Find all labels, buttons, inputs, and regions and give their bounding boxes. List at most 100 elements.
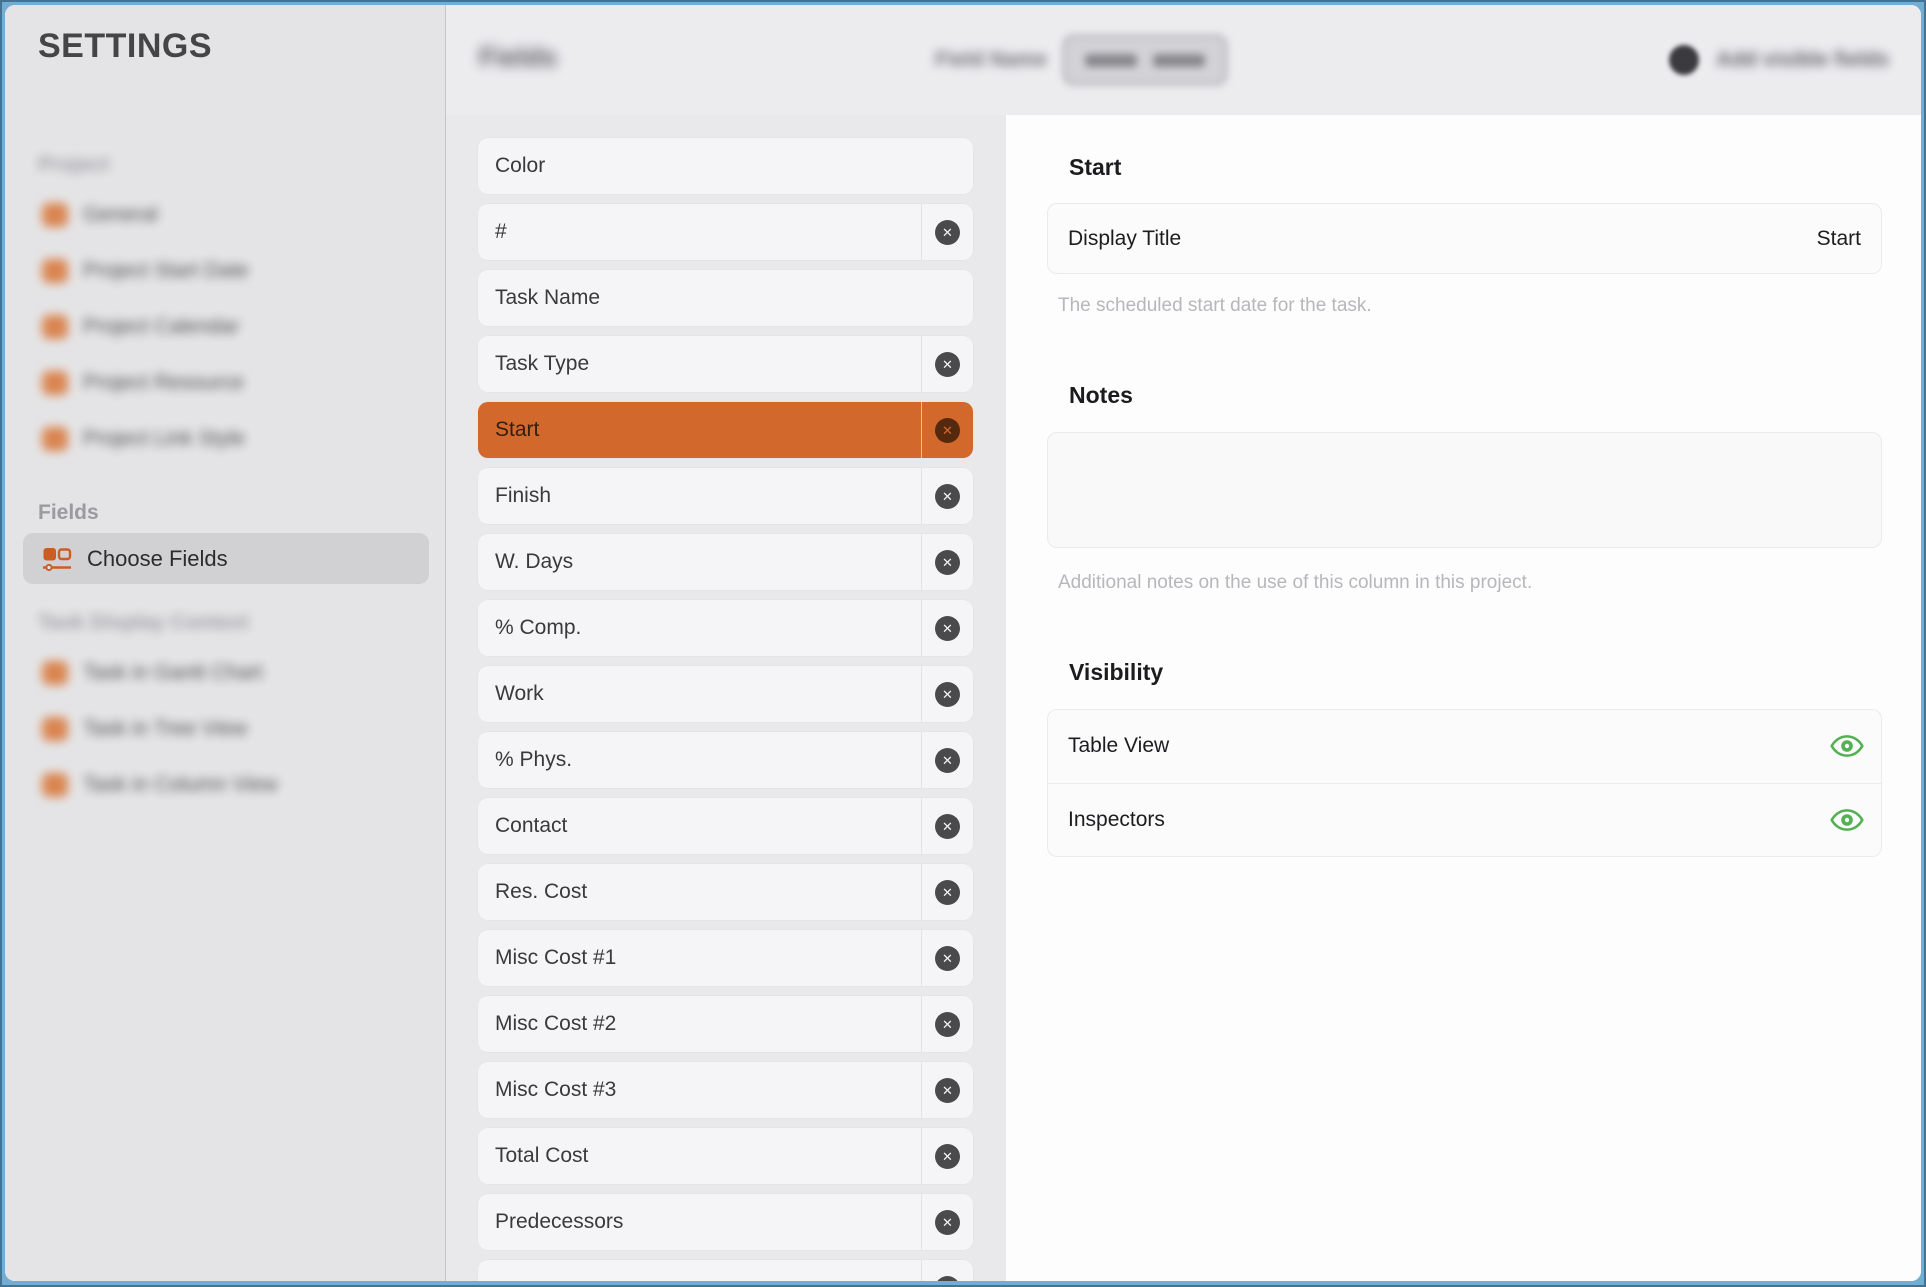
sidebar-item[interactable]: Task in Column View <box>5 757 445 813</box>
field-row-label: Predecessors <box>478 1194 921 1250</box>
sidebar-item[interactable]: Project Calendar <box>5 299 445 355</box>
field-row[interactable]: Contact ✕ <box>478 798 973 854</box>
detail-title: Start <box>1069 154 1121 181</box>
visibility-row: Table View <box>1048 710 1881 783</box>
sidebar: SETTINGS Project General Project Start D… <box>5 5 446 1281</box>
field-name-label: Field Name <box>935 48 1047 72</box>
choose-fields-icon <box>42 546 72 572</box>
remove-field-button[interactable]: ✕ <box>921 204 973 260</box>
field-row[interactable]: Color <box>478 138 973 194</box>
field-detail-panel: Start Display Title Start The scheduled … <box>1006 115 1921 1281</box>
visibility-row-label: Table View <box>1068 734 1169 758</box>
field-row[interactable]: Work ✕ <box>478 666 973 722</box>
remove-icon: ✕ <box>935 1144 960 1169</box>
topbar: Fields Field Name Add visible fields <box>446 5 1921 116</box>
notes-caption: Additional notes on the use of this colu… <box>1058 572 1532 594</box>
sidebar-item[interactable]: Project Resource <box>5 355 445 411</box>
field-row[interactable]: Task Name <box>478 270 973 326</box>
field-row[interactable]: Misc Cost #2 ✕ <box>478 996 973 1052</box>
field-name-group: Field Name <box>935 5 1227 115</box>
field-row[interactable]: Total Cost ✕ <box>478 1128 973 1184</box>
window-frame: SETTINGS Project General Project Start D… <box>0 0 1926 1287</box>
remove-field-button[interactable]: ✕ <box>921 798 973 854</box>
field-row[interactable]: Predecessors ✕ <box>478 1194 973 1250</box>
remove-icon: ✕ <box>935 418 960 443</box>
eye-icon[interactable] <box>1829 807 1865 833</box>
settings-window: SETTINGS Project General Project Start D… <box>5 5 1921 1281</box>
remove-icon: ✕ <box>935 484 960 509</box>
sidebar-item-icon <box>42 371 68 395</box>
remove-field-button[interactable]: ✕ <box>921 336 973 392</box>
remove-field-button[interactable]: ✕ <box>921 1194 973 1250</box>
field-row-label: % Comp. <box>478 600 921 656</box>
field-row[interactable]: % Phys. ✕ <box>478 732 973 788</box>
remove-field-button[interactable]: ✕ <box>921 996 973 1052</box>
remove-field-button[interactable]: ✕ <box>921 1128 973 1184</box>
remove-field-button[interactable]: ✕ <box>921 666 973 722</box>
remove-field-button[interactable]: ✕ <box>921 534 973 590</box>
sidebar-item[interactable]: General <box>5 187 445 243</box>
remove-field-button[interactable]: ✕ <box>921 468 973 524</box>
sidebar-item-label: Choose Fields <box>87 546 228 572</box>
sidebar-item[interactable]: Project Start Date <box>5 243 445 299</box>
display-title-value: Start <box>1817 227 1861 251</box>
sidebar-item-label: Task in Column View <box>83 773 278 797</box>
field-row[interactable]: Start ✕ <box>478 402 973 458</box>
eye-icon[interactable] <box>1829 733 1865 759</box>
sidebar-item-label: Project Resource <box>83 371 244 395</box>
sidebar-item-choose-fields[interactable]: Choose Fields <box>23 533 429 584</box>
field-row-label: Task Name <box>478 270 973 326</box>
sidebar-item[interactable]: Task in Gantt Chart <box>5 645 445 701</box>
field-row-label: # <box>478 204 921 260</box>
remove-icon: ✕ <box>935 1276 960 1282</box>
remove-field-button[interactable]: ✕ <box>921 1062 973 1118</box>
field-row[interactable]: Misc Cost #3 ✕ <box>478 1062 973 1118</box>
field-row[interactable]: Task Type ✕ <box>478 336 973 392</box>
sidebar-item-icon <box>42 773 68 797</box>
field-row[interactable]: % Comp. ✕ <box>478 600 973 656</box>
visibility-row-label: Inspectors <box>1068 808 1165 832</box>
display-title-field[interactable]: Display Title Start <box>1047 203 1882 274</box>
field-row-label: W. Days <box>478 534 921 590</box>
remove-field-button[interactable]: ✕ <box>921 600 973 656</box>
visibility-row: Inspectors <box>1048 783 1881 857</box>
remove-field-button[interactable]: ✕ <box>921 402 973 458</box>
sidebar-section-fields: Fields Choose Fields <box>5 501 445 584</box>
visibility-card: Table View Inspectors <box>1047 709 1882 857</box>
sidebar-item[interactable]: Task in Tree View <box>5 701 445 757</box>
field-row-label: Finish <box>478 468 921 524</box>
sidebar-item-label: Task in Tree View <box>83 717 247 741</box>
field-rows: Color # ✕ Task Name Task Type <box>478 138 973 1281</box>
field-name-control[interactable] <box>1063 35 1227 85</box>
display-title-caption: The scheduled start date for the task. <box>1058 295 1372 317</box>
remove-icon: ✕ <box>935 1210 960 1235</box>
field-row-label: Misc Cost #1 <box>478 930 921 986</box>
sidebar-item-label: Project Calendar <box>83 315 239 339</box>
field-row-label: Res. Cost <box>478 864 921 920</box>
field-row-label: Work <box>478 666 921 722</box>
field-row[interactable]: Finish ✕ <box>478 468 973 524</box>
add-visible-fields-button[interactable]: Add visible fields <box>1669 5 1889 115</box>
remove-icon: ✕ <box>935 220 960 245</box>
field-row-label: Total Cost <box>478 1128 921 1184</box>
remove-field-button[interactable]: ✕ <box>921 1260 973 1281</box>
remove-icon: ✕ <box>935 880 960 905</box>
add-visible-fields-label: Add visible fields <box>1716 48 1889 72</box>
main-area: Fields Field Name Add visible fields Col… <box>446 5 1921 1281</box>
field-row-label: Task Type <box>478 336 921 392</box>
settings-title: SETTINGS <box>38 27 212 66</box>
remove-field-button[interactable]: ✕ <box>921 864 973 920</box>
sidebar-task-display-items: Task in Gantt Chart Task in Tree View Ta… <box>5 645 445 813</box>
sidebar-item-icon <box>42 661 68 685</box>
sidebar-item[interactable]: Project Link Style <box>5 411 445 467</box>
remove-field-button[interactable]: ✕ <box>921 930 973 986</box>
sidebar-item-icon <box>42 203 68 227</box>
notes-input[interactable] <box>1047 432 1882 548</box>
field-row[interactable]: Res. Cost ✕ <box>478 864 973 920</box>
field-row[interactable]: ✕ <box>478 1260 973 1281</box>
field-row[interactable]: # ✕ <box>478 204 973 260</box>
remove-field-button[interactable]: ✕ <box>921 732 973 788</box>
visibility-title: Visibility <box>1069 659 1163 686</box>
field-row[interactable]: W. Days ✕ <box>478 534 973 590</box>
field-row[interactable]: Misc Cost #1 ✕ <box>478 930 973 986</box>
